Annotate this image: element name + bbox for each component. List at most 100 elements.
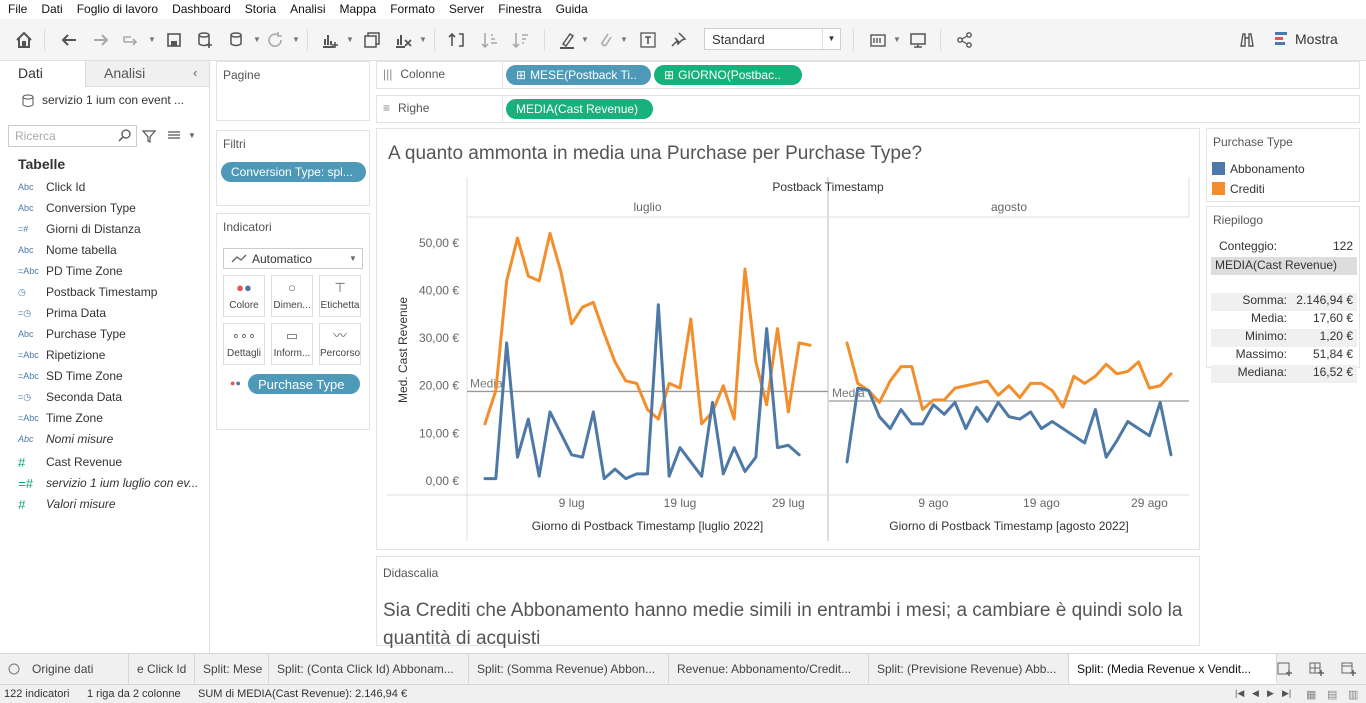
new-dashboard-tab-icon[interactable] [1309,661,1325,677]
sheet-tab[interactable]: Split: (Somma Revenue) Abbon... [469,654,669,684]
show-me-button[interactable]: Mostra [1295,31,1338,47]
chevron-down-icon[interactable]: ▼ [148,35,156,44]
field-item[interactable]: Abc Nomi misure [18,429,113,449]
chevron-down-icon[interactable]: ▼ [581,35,589,44]
menu-formato[interactable]: Formato [383,0,442,16]
menu-foglio[interactable]: Foglio di lavoro [70,0,165,16]
field-item[interactable]: Abc Click Id [18,177,85,197]
field-item[interactable]: =Abc Ripetizione [18,345,105,365]
field-item[interactable]: Abc Conversion Type [18,198,136,218]
field-item[interactable]: =◷ Prima Data [18,303,106,323]
filter-icon[interactable] [141,129,157,143]
tab-dati[interactable]: Dati [0,61,85,87]
sort-asc-icon[interactable] [478,28,502,52]
presentation-icon[interactable] [906,28,930,52]
share-icon[interactable] [953,28,977,52]
menu-file[interactable]: File [0,0,34,16]
column-pill-day[interactable]: ⊞ GIORNO(Postbac.. [654,65,802,85]
label-mark[interactable]: ⊤ Etichetta [319,275,361,317]
group-icon[interactable] [594,28,618,52]
chevron-down-icon[interactable]: ▼ [893,35,901,44]
sheet-tab[interactable]: e Click Id [129,654,195,684]
new-worksheet-tab-icon[interactable] [1277,661,1293,677]
sort-desc-icon[interactable] [509,28,533,52]
menu-storia[interactable]: Storia [238,0,283,16]
sheet-tab[interactable]: Origine dati [24,654,129,684]
pin-icon[interactable] [666,28,690,52]
sheet-sorter-icon[interactable]: ▦ [1306,688,1316,701]
sheet-tab[interactable]: Split: (Conta Click Id) Abbonam... [269,654,469,684]
list-view-icon[interactable] [167,130,181,142]
tabs-view-icon[interactable]: ▥ [1348,688,1358,701]
refresh-icon[interactable] [263,28,287,52]
filter-pill[interactable]: Conversion Type: spl... [221,162,366,182]
clear-sheet-icon[interactable] [391,28,415,52]
sheet-tab[interactable]: Split: (Media Revenue x Vendit... [1069,654,1277,684]
menu-analisi[interactable]: Analisi [283,0,332,16]
new-story-tab-icon[interactable] [1341,661,1357,677]
redo-icon[interactable] [89,28,113,52]
field-item[interactable]: Abc Purchase Type [18,324,126,344]
home-icon[interactable] [12,28,36,52]
detail-mark[interactable]: ∘∘∘ Dettagli [223,323,265,365]
menu-dati[interactable]: Dati [34,0,69,16]
row-pill[interactable]: MEDIA(Cast Revenue) [506,99,653,119]
chevron-down-icon[interactable]: ▼ [620,35,628,44]
legend-item-crediti[interactable]: Crediti [1230,182,1265,196]
highlight-icon[interactable] [555,28,579,52]
menu-server[interactable]: Server [442,0,491,16]
chevron-down-icon[interactable]: ▼ [419,35,427,44]
fit-select[interactable]: Standard ▼ [704,28,841,50]
save-icon[interactable] [162,28,186,52]
field-item[interactable]: Abc Nome tabella [18,240,117,260]
menu-finestra[interactable]: Finestra [491,0,548,16]
nav-prev-icon[interactable]: ◀ [1252,688,1259,699]
new-datasource-icon[interactable] [193,28,217,52]
measure-item[interactable]: =# servizio 1 ium luglio con ev... [18,473,199,493]
swap-icon[interactable] [445,28,469,52]
new-worksheet-icon[interactable] [318,28,342,52]
field-item[interactable]: =Abc SD Time Zone [18,366,123,386]
size-mark[interactable]: ○ Dimen... [271,275,313,317]
chevron-down-icon[interactable]: ▼ [349,254,357,263]
chevron-down-icon[interactable]: ▼ [292,35,300,44]
nav-last-icon[interactable]: ▶| [1282,688,1291,699]
field-type-icon: =# [18,224,29,234]
legend-item-abbonamento[interactable]: Abbonamento [1230,162,1305,176]
menu-mappa[interactable]: Mappa [333,0,384,16]
field-item[interactable]: =Abc Time Zone [18,408,103,428]
tooltip-mark[interactable]: ▭ Inform... [271,323,313,365]
menu-dashboard[interactable]: Dashboard [165,0,238,16]
chevron-down-icon[interactable]: ▼ [346,35,354,44]
datasource-menu-icon[interactable] [225,28,249,52]
path-mark[interactable]: 〰 Percorso [319,323,361,365]
data-source-name[interactable]: servizio 1 ium con event ... [42,93,184,107]
filmstrip-icon[interactable]: ▤ [1327,688,1337,701]
sheet-tab[interactable]: Split: Mese [195,654,269,684]
nav-first-icon[interactable]: |◀ [1235,688,1244,699]
binoculars-icon[interactable] [1235,28,1259,52]
menu-guida[interactable]: Guida [549,0,595,16]
chevron-down-icon[interactable]: ▼ [188,131,196,140]
replay-icon[interactable] [119,28,143,52]
collapse-icon[interactable]: ‹ [193,65,197,80]
undo-icon[interactable] [57,28,81,52]
field-item[interactable]: ◷ Postback Timestamp [18,282,157,302]
sheet-tab[interactable]: Split: (Previsione Revenue) Abb... [869,654,1069,684]
duplicate-icon[interactable] [360,28,384,52]
color-pill[interactable]: Purchase Type [248,374,360,394]
field-item[interactable]: =# Giorni di Distanza [18,219,141,239]
nav-next-icon[interactable]: ▶ [1267,688,1274,699]
chevron-down-icon[interactable]: ▼ [253,35,261,44]
sheet-tab[interactable]: Revenue: Abbonamento/Credit... [669,654,869,684]
measure-item[interactable]: # Cast Revenue [18,452,122,472]
show-labels-icon[interactable] [636,28,660,52]
chevron-down-icon[interactable]: ▼ [822,29,840,49]
color-mark[interactable]: ●● Colore [223,275,265,317]
measure-item[interactable]: # Valori misure [18,494,116,514]
field-item[interactable]: =Abc PD Time Zone [18,261,123,281]
column-pill-month[interactable]: ⊞ MESE(Postback Ti.. [506,65,651,85]
show-cards-icon[interactable] [866,28,890,52]
field-item[interactable]: =◷ Seconda Data [18,387,122,407]
tab-analisi[interactable]: Analisi [85,61,209,87]
